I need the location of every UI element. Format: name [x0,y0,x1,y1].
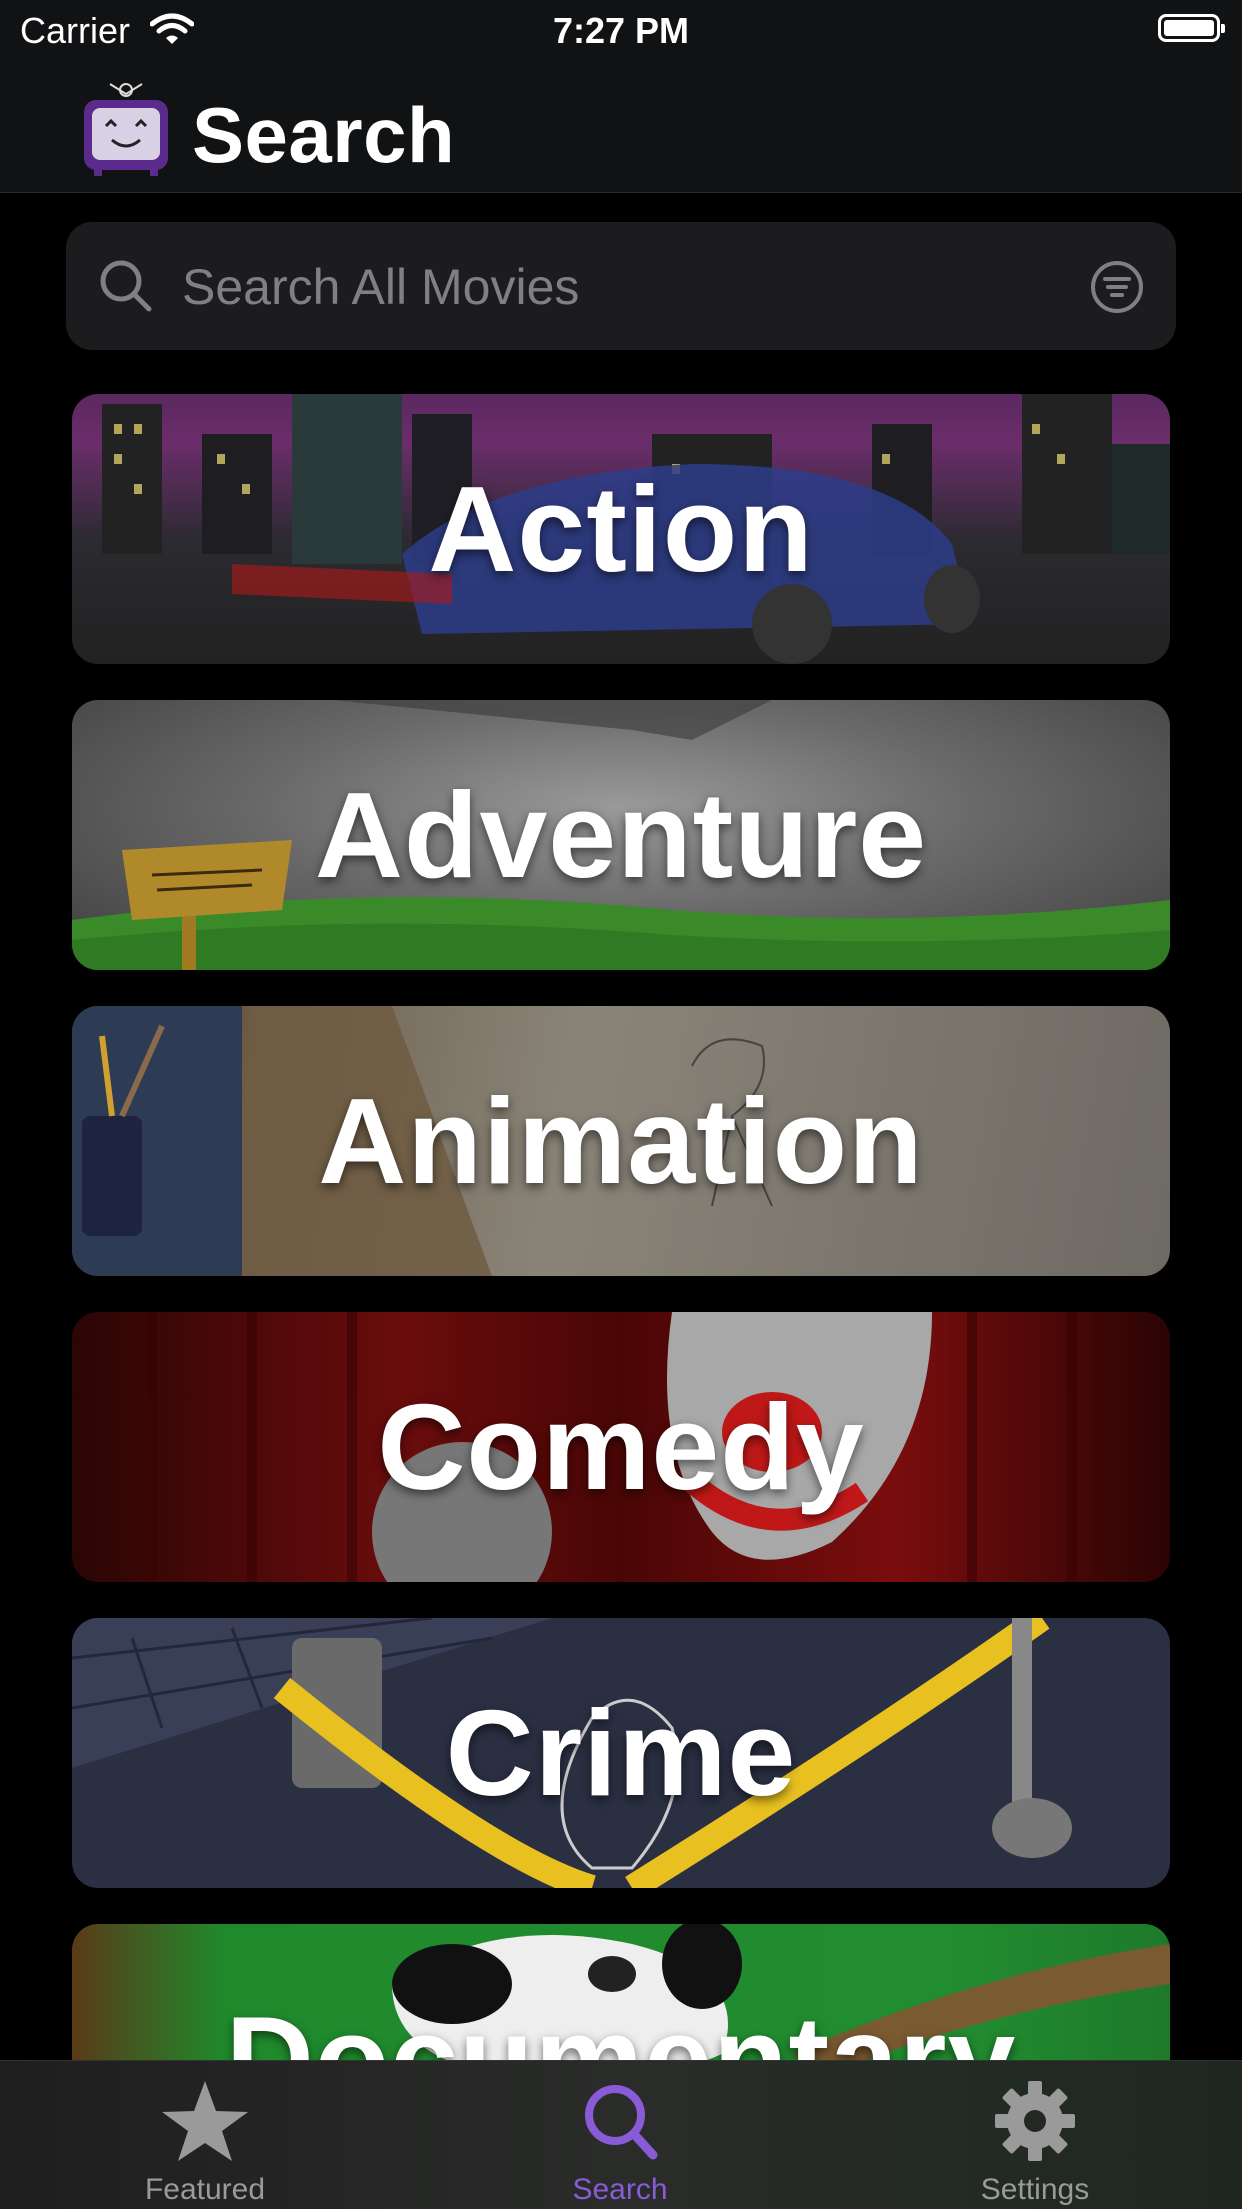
filter-icon[interactable] [1090,260,1144,314]
tab-label: Settings [980,2173,1090,2206]
tab-bar: Featured Search Settings [0,2060,1242,2209]
category-label: Adventure [314,767,928,903]
category-card-adventure[interactable]: Adventure [72,700,1170,970]
status-time: 7:27 PM [552,10,690,51]
search-input[interactable]: Search All Movies [182,258,579,316]
search-field[interactable]: Search All Movies [66,222,1176,350]
gear-icon [995,2081,1075,2161]
magnifier-icon [585,2085,658,2160]
status-bar: Carrier 7:27 PM [0,0,1242,62]
tv-robot-icon [84,83,168,176]
category-label: Comedy [377,1379,865,1515]
category-label: Action [428,461,814,597]
category-card-crime[interactable]: Crime [72,1618,1170,1888]
category-card-animation[interactable]: Animation [72,1006,1170,1276]
search-icon [100,260,152,312]
category-label: Crime [445,1685,797,1821]
category-card-comedy[interactable]: Comedy [72,1312,1170,1582]
navigation-bar: Search [0,62,1242,193]
category-card-action[interactable]: Action [72,394,1170,664]
page-title: Search [192,91,456,179]
category-label: Animation [318,1073,924,1209]
tab-settings[interactable]: Settings [885,2061,1185,2209]
battery-icon [1158,14,1225,42]
tab-featured[interactable]: Featured [55,2061,355,2209]
tab-label: Featured [144,2173,266,2206]
star-icon [162,2081,248,2161]
tab-search[interactable]: Search [470,2061,770,2209]
tab-label: Search [572,2173,668,2206]
